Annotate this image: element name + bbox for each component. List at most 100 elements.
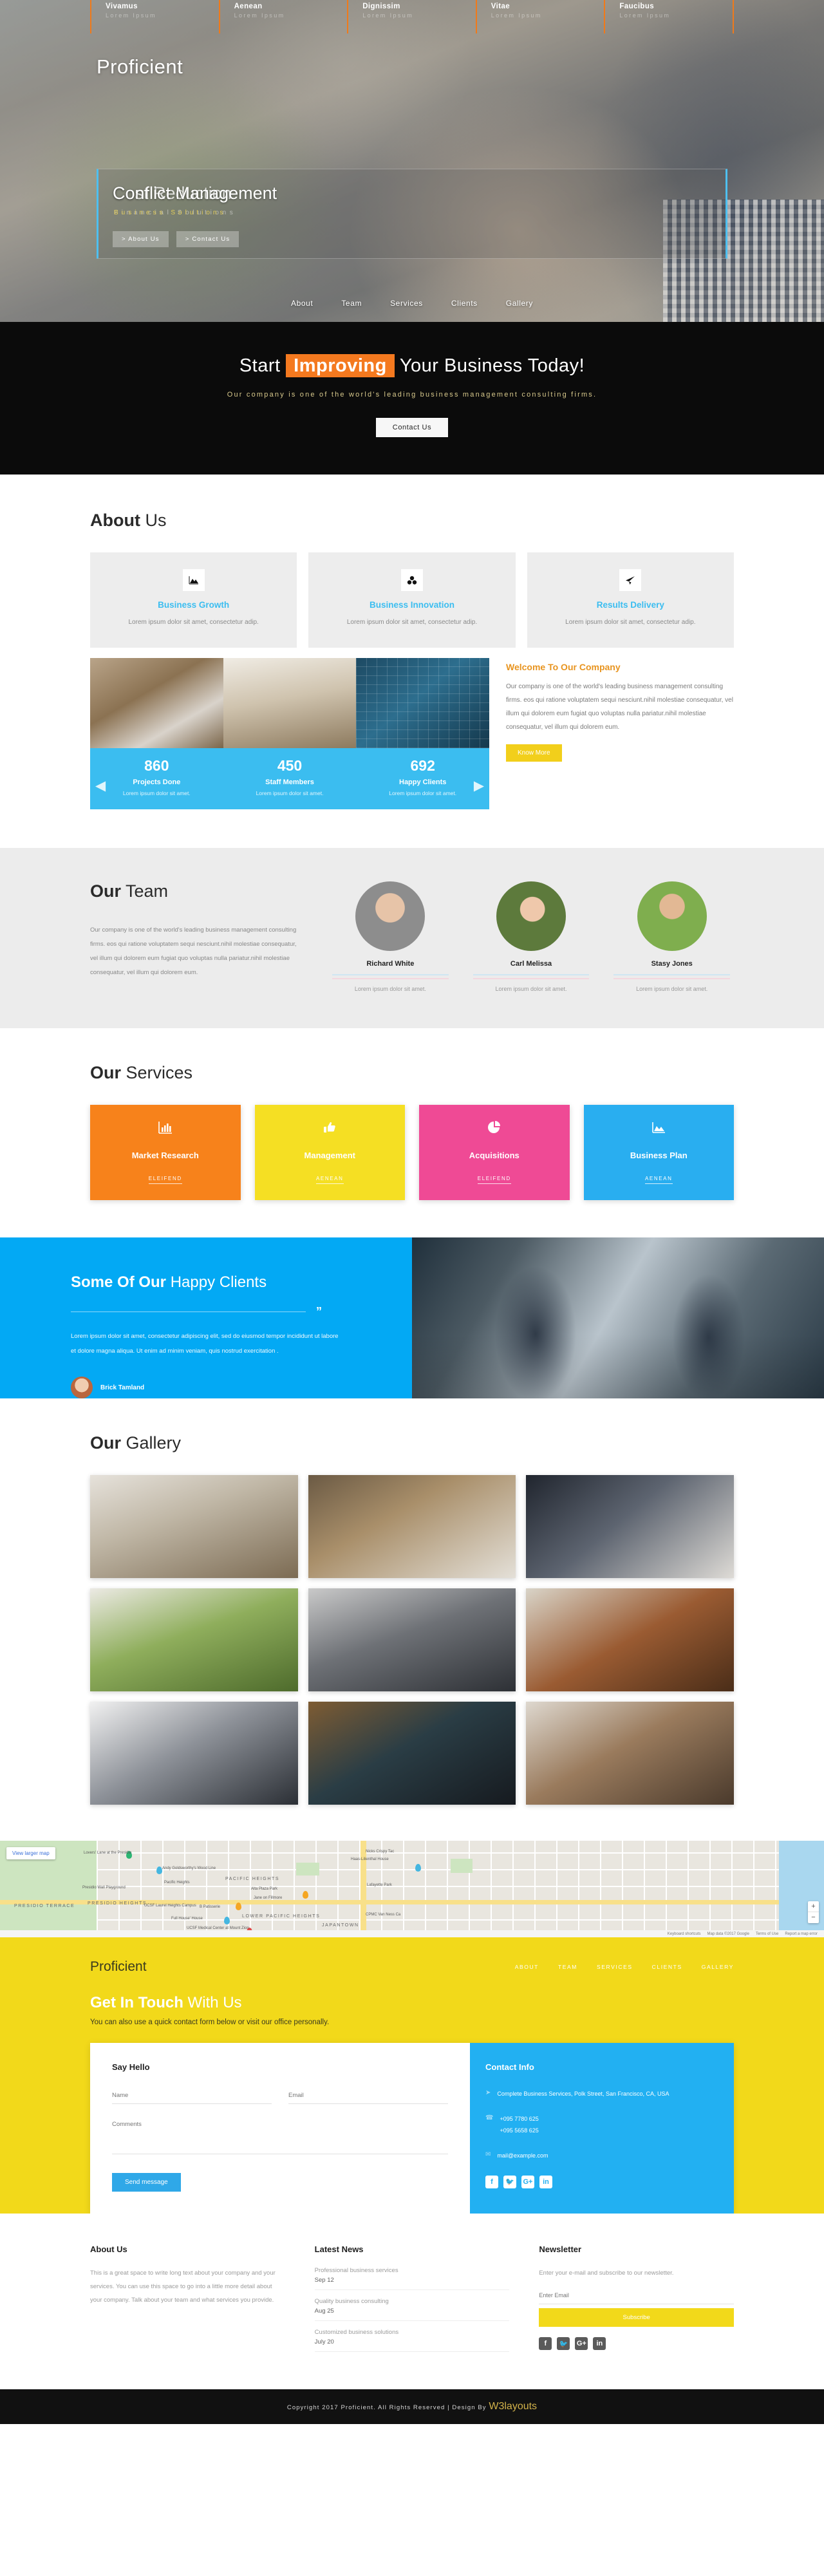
facebook-icon[interactable]: f bbox=[539, 2337, 552, 2351]
gallery-item-notebook[interactable] bbox=[526, 1588, 734, 1692]
linkedin-icon[interactable]: in bbox=[539, 2175, 552, 2188]
topbar-item-4[interactable]: Faucibus Lorem Ipsum bbox=[604, 0, 734, 33]
service-more[interactable]: AENEAN bbox=[316, 1176, 344, 1184]
service-more[interactable]: AENEAN bbox=[645, 1176, 673, 1184]
map-zoom-in-button[interactable]: + bbox=[808, 1901, 819, 1913]
cta-post: Your Business Today! bbox=[394, 355, 585, 376]
contact-nav-team[interactable]: TEAM bbox=[558, 1964, 577, 1970]
news-item[interactable]: Professional business services Sep 12 bbox=[314, 2267, 510, 2291]
nav-item-gallery[interactable]: Gallery bbox=[506, 299, 533, 308]
contact-nav-services[interactable]: SERVICES bbox=[597, 1964, 633, 1970]
hero-about-button[interactable]: > About Us bbox=[113, 231, 169, 247]
name-input[interactable] bbox=[112, 2089, 272, 2105]
map-zoom-controls[interactable]: + − bbox=[808, 1901, 819, 1924]
nav-item-team[interactable]: Team bbox=[341, 299, 362, 308]
service-more[interactable]: ELEIFEND bbox=[477, 1176, 511, 1184]
map-pin-jane-fillmore[interactable] bbox=[303, 1891, 308, 1899]
contact-logo[interactable]: Proficient bbox=[90, 1959, 147, 1975]
phone-icon: ☎ bbox=[485, 2114, 494, 2122]
topbar-item-3[interactable]: Vitae Lorem Ipsum bbox=[475, 0, 604, 33]
divider bbox=[613, 978, 731, 979]
feature-card-innovation[interactable]: Business Innovation Lorem ipsum dolor si… bbox=[308, 552, 516, 648]
hero-contact-button[interactable]: > Contact Us bbox=[176, 231, 239, 247]
gallery-section: Our Gallery bbox=[0, 1398, 824, 1841]
map-zoom-out-button[interactable]: − bbox=[808, 1912, 819, 1923]
newsletter-email-input[interactable] bbox=[539, 2287, 735, 2305]
map-shortcuts[interactable]: Keyboard shortcuts bbox=[668, 1932, 701, 1936]
carousel-prev-icon[interactable]: ◀ bbox=[95, 778, 106, 794]
footer-about: About Us This is a great space to write … bbox=[90, 2244, 285, 2360]
comments-textarea[interactable] bbox=[112, 2118, 448, 2155]
carousel-next-icon[interactable]: ▶ bbox=[474, 778, 484, 794]
service-card-acquisitions[interactable]: Acquisitions ELEIFEND bbox=[419, 1105, 570, 1200]
map-pin-wood-line[interactable] bbox=[156, 1866, 162, 1875]
topbar-item-2[interactable]: Dignissim Lorem Ipsum bbox=[347, 0, 476, 33]
google-plus-icon[interactable]: G+ bbox=[521, 2175, 534, 2188]
nav-item-clients[interactable]: Clients bbox=[451, 299, 478, 308]
gallery-item-handshake[interactable] bbox=[526, 1702, 734, 1805]
send-message-button[interactable]: Send message bbox=[112, 2173, 181, 2192]
team-member-1[interactable]: Carl Melissa Lorem ipsum dolor sit amet. bbox=[469, 881, 594, 992]
map-embed[interactable]: View larger map Lovers' Lane at the Pres… bbox=[0, 1841, 824, 1938]
gallery-item-architecture[interactable] bbox=[90, 1702, 298, 1805]
cta-contact-button[interactable]: Contact Us bbox=[375, 418, 449, 437]
map-label-lovers-lane: Lovers' Lane at the Presidio bbox=[84, 1851, 132, 1856]
gallery-item-watch-glasses[interactable] bbox=[308, 1702, 516, 1805]
twitter-icon[interactable]: 🐦 bbox=[557, 2337, 570, 2351]
gallery-item-tablet-phone[interactable] bbox=[308, 1588, 516, 1692]
map-terms[interactable]: Terms of Use bbox=[756, 1932, 778, 1936]
map-pin-patisserie[interactable] bbox=[236, 1903, 241, 1911]
service-more[interactable]: ELEIFEND bbox=[148, 1176, 182, 1184]
member-desc: Lorem ipsum dolor sit amet. bbox=[495, 986, 567, 992]
map-place-lower-pacific: LOWER PACIFIC HEIGHTS bbox=[242, 1914, 321, 1919]
service-card-market-research[interactable]: Market Research ELEIFEND bbox=[90, 1105, 241, 1200]
team-member-2[interactable]: Stasy Jones Lorem ipsum dolor sit amet. bbox=[610, 881, 734, 992]
map-highway bbox=[360, 1841, 366, 1938]
news-item[interactable]: Quality business consulting Aug 25 bbox=[314, 2298, 510, 2322]
gallery-item-tablet-coffee[interactable] bbox=[308, 1475, 516, 1579]
team-member-0[interactable]: Richard White Lorem ipsum dolor sit amet… bbox=[328, 881, 453, 992]
divider bbox=[613, 974, 731, 975]
hero-section: Vivamus Lorem Ipsum Aenean Lorem Ipsum D… bbox=[0, 0, 824, 322]
gallery-item-newspaper[interactable] bbox=[90, 1588, 298, 1692]
contact-nav-about[interactable]: ABOUT bbox=[515, 1964, 539, 1970]
google-plus-icon[interactable]: G+ bbox=[575, 2337, 588, 2351]
copyright-bar: Copyright 2017 Proficient. All Rights Re… bbox=[0, 2389, 824, 2425]
topbar-item-0[interactable]: Vivamus Lorem Ipsum bbox=[90, 0, 219, 33]
news-item[interactable]: Customized business solutions July 20 bbox=[314, 2329, 510, 2353]
gallery-item-desk-monitors[interactable] bbox=[526, 1475, 734, 1579]
service-card-management[interactable]: Management AENEAN bbox=[254, 1105, 405, 1200]
contact-info-title: Contact Info bbox=[485, 2062, 534, 2073]
contact-phones: +095 7780 625 +095 5658 625 bbox=[500, 2114, 538, 2136]
contact-form: Say Hello Send message bbox=[90, 2043, 470, 2214]
twitter-icon[interactable]: 🐦 bbox=[503, 2175, 516, 2188]
nav-item-services[interactable]: Services bbox=[390, 299, 423, 308]
facebook-icon[interactable]: f bbox=[485, 2175, 498, 2188]
site-logo[interactable]: Proficient bbox=[97, 55, 183, 79]
feature-text: Lorem ipsum dolor sit amet, consectetur … bbox=[346, 619, 478, 626]
gallery-item-office-interior[interactable] bbox=[90, 1475, 298, 1579]
map-pin-haas-house[interactable] bbox=[415, 1864, 421, 1872]
map-report[interactable]: Report a map error bbox=[785, 1932, 818, 1936]
contact-nav-clients[interactable]: CLIENTS bbox=[652, 1964, 682, 1970]
team-text: Our company is one of the world's leadin… bbox=[90, 926, 297, 976]
contact-phone-1: +095 7780 625 bbox=[500, 2116, 539, 2123]
topbar-subtitle: Lorem Ipsum bbox=[491, 12, 542, 19]
map-label-lafayette: Lafayette Park bbox=[367, 1883, 392, 1888]
subscribe-button[interactable]: Subscribe bbox=[539, 2308, 735, 2327]
topbar-item-1[interactable]: Aenean Lorem Ipsum bbox=[218, 0, 348, 33]
news-title: Professional business services bbox=[314, 2267, 398, 2275]
designer-link[interactable]: W3layouts bbox=[489, 2401, 537, 2412]
welcome-block: Welcome To Our Company Our company is on… bbox=[506, 658, 734, 809]
feature-card-growth[interactable]: Business Growth Lorem ipsum dolor sit am… bbox=[90, 552, 297, 648]
linkedin-icon[interactable]: in bbox=[593, 2337, 606, 2351]
contact-email[interactable]: mail@example.com bbox=[497, 2150, 548, 2161]
map-pin-full-house[interactable] bbox=[224, 1917, 230, 1925]
email-input[interactable] bbox=[288, 2089, 448, 2105]
view-larger-map-button[interactable]: View larger map bbox=[6, 1847, 55, 1860]
contact-nav-gallery[interactable]: GALLERY bbox=[702, 1964, 734, 1970]
know-more-button[interactable]: Know More bbox=[506, 744, 562, 762]
service-card-business-plan[interactable]: Business Plan AENEAN bbox=[583, 1105, 734, 1200]
nav-item-about[interactable]: About bbox=[291, 299, 313, 308]
feature-card-results[interactable]: Results Delivery Lorem ipsum dolor sit a… bbox=[527, 552, 734, 648]
